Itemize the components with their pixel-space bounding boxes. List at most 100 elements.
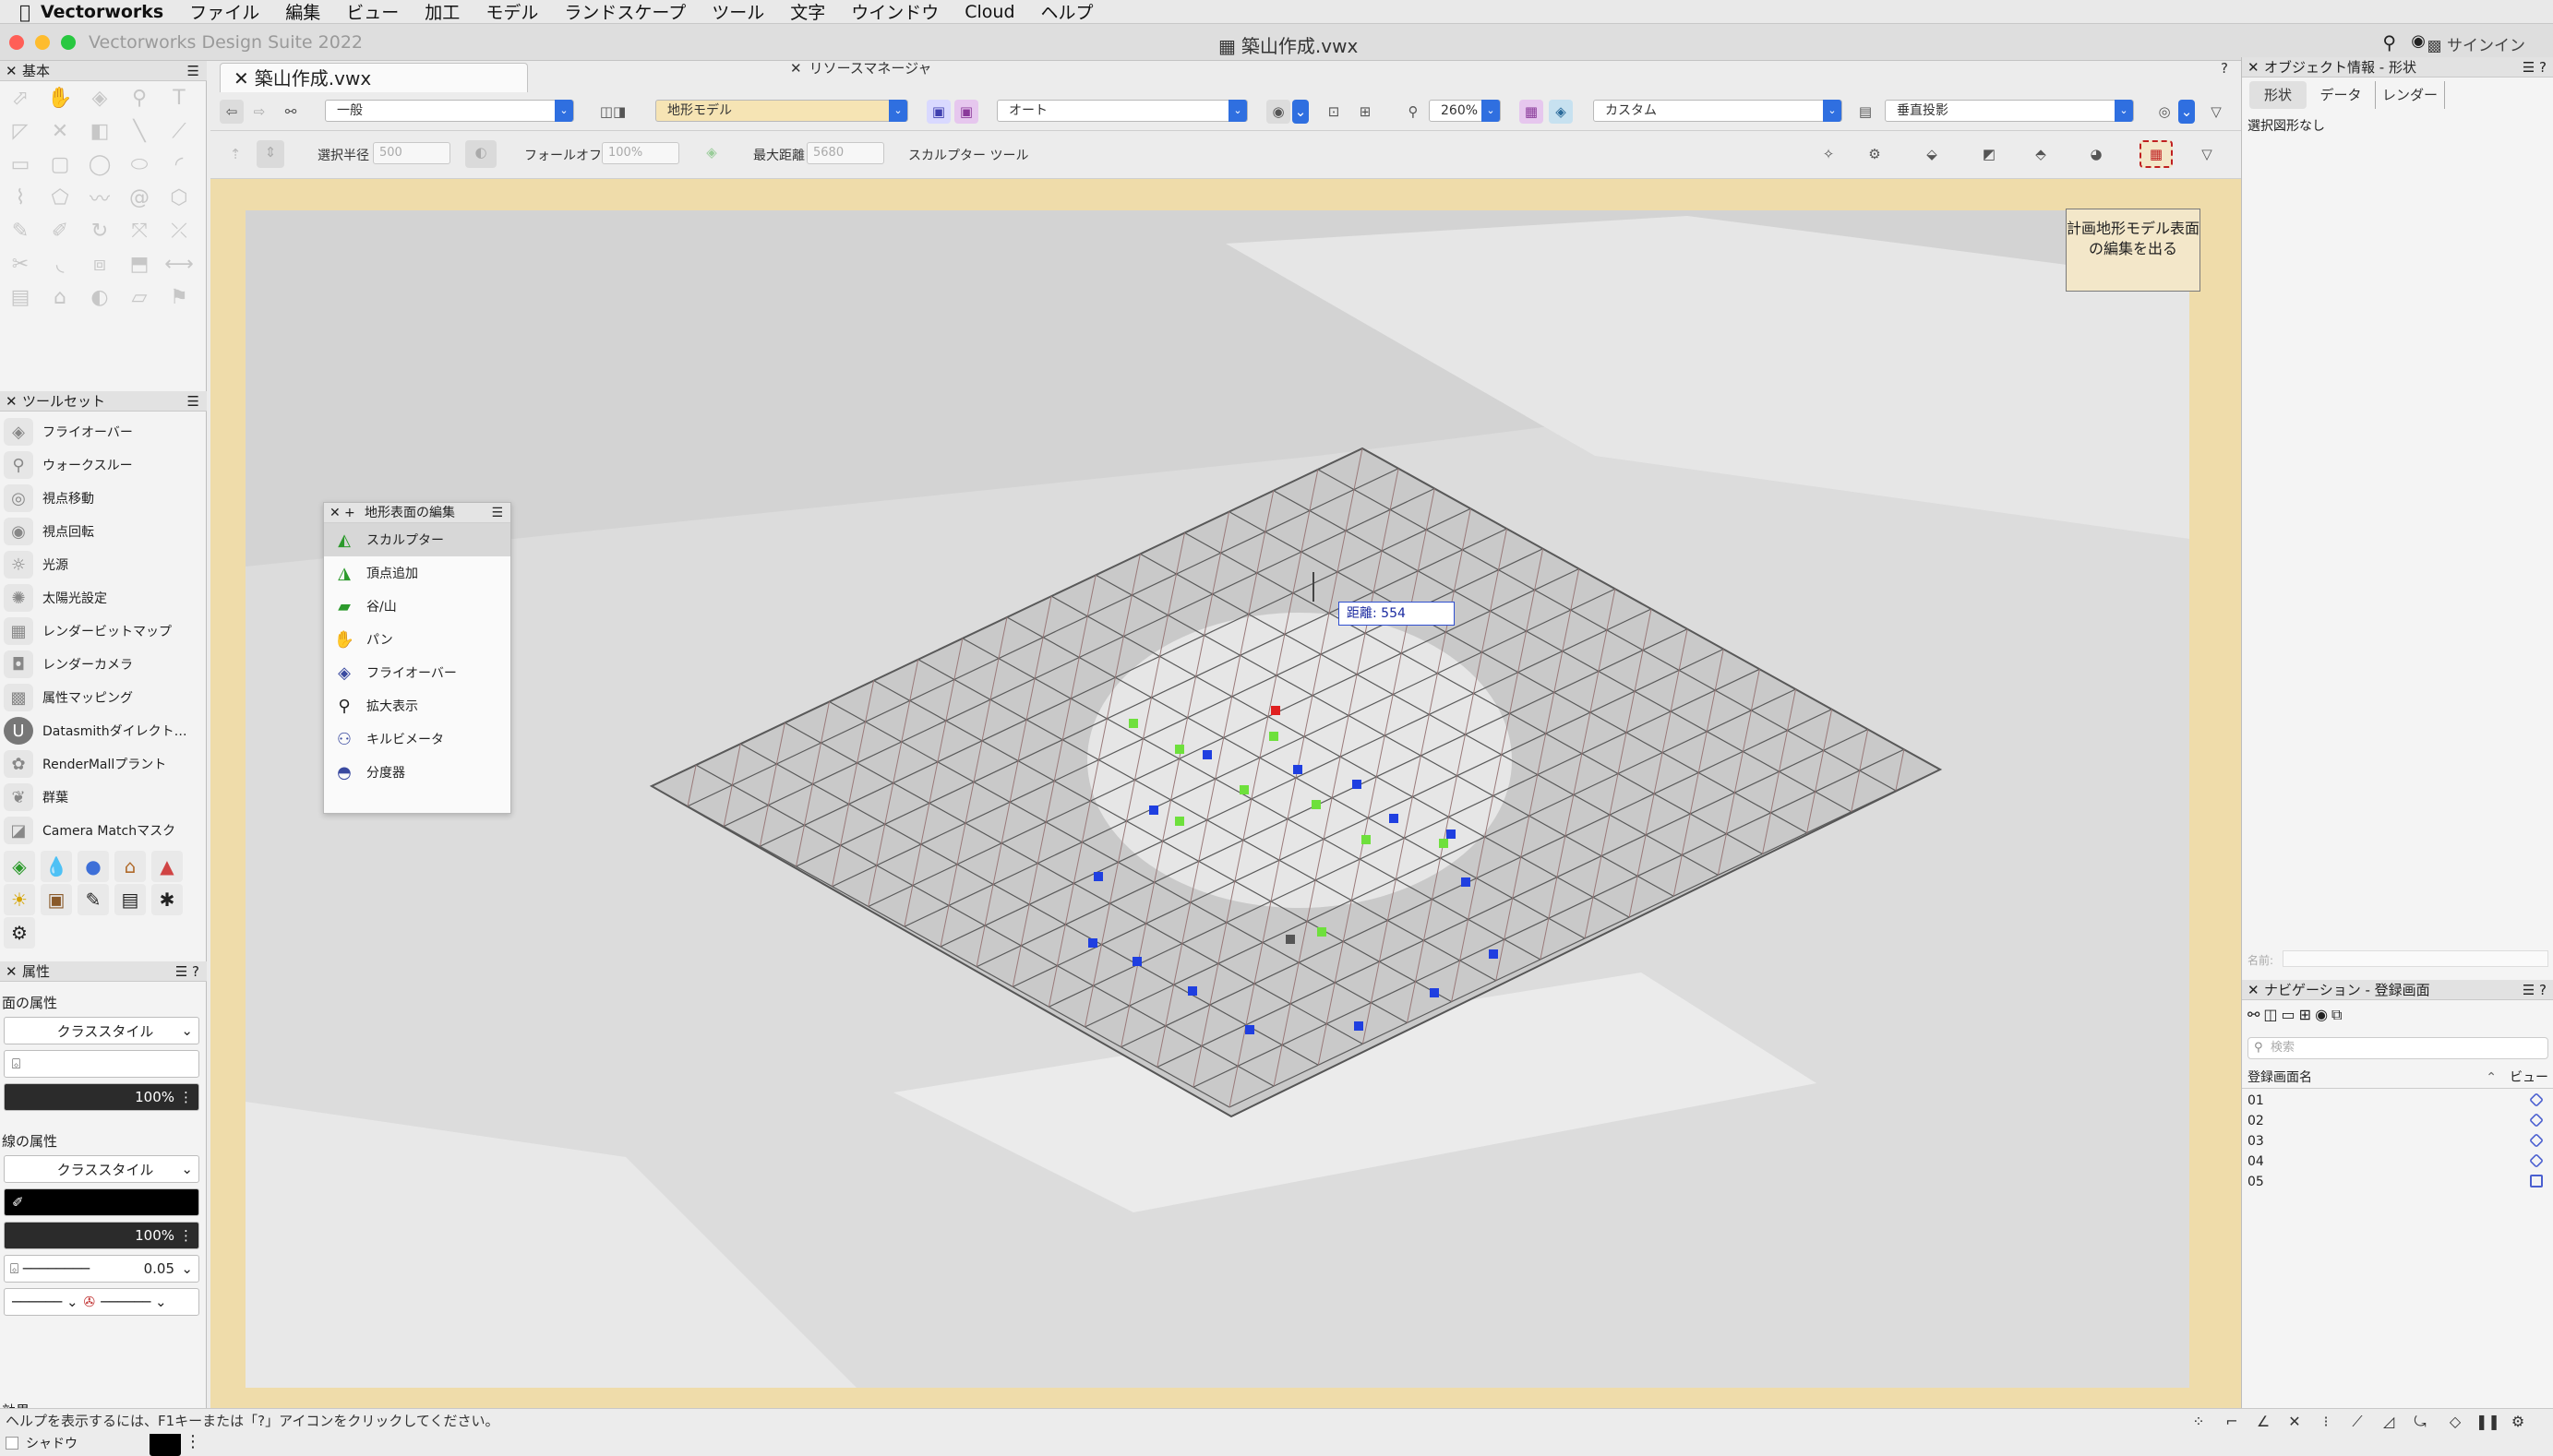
mode-sculpt-icon[interactable]: ⇕ — [257, 140, 284, 168]
terrain-vertex[interactable] — [1389, 814, 1398, 823]
class-visibility-icon[interactable]: ⚯ — [279, 100, 303, 124]
pause-icon[interactable]: ❚❚ — [2475, 1411, 2500, 1433]
toolset-item-sun[interactable]: ✺ 太陽光設定 — [0, 581, 205, 615]
marker-start-icon[interactable]: ────── ⌄ — [12, 1294, 78, 1310]
add-icon[interactable]: + — [344, 503, 355, 523]
saved-view-row[interactable]: 04 — [2247, 1152, 2548, 1172]
nav-files-icon[interactable]: ⧉ — [2331, 1006, 2342, 1024]
snap-edge-icon[interactable]: ⤿ — [2409, 1411, 2431, 1433]
eyedropper-tool-icon[interactable]: ✎ — [4, 216, 37, 245]
col-name[interactable]: 登録画面名 — [2247, 1067, 2312, 1089]
more-icon[interactable]: ⋮ — [185, 1432, 201, 1451]
tool-curvimeter[interactable]: ⚇ キルビメータ — [324, 722, 510, 756]
falloff-toggle-icon[interactable]: ◐ — [465, 140, 497, 168]
snap-object-icon[interactable]: ⌐ — [2221, 1411, 2243, 1433]
snap-intersection-icon[interactable]: ✕ — [2283, 1411, 2306, 1433]
menu-cloud[interactable]: Cloud — [965, 2, 1014, 22]
menu-tools[interactable]: ツール — [712, 0, 764, 24]
terrain-vertex[interactable] — [1188, 986, 1197, 996]
dropper-tool-icon[interactable]: ⚑ — [162, 282, 196, 312]
clip-tool-icon[interactable]: ⬒ — [123, 249, 156, 279]
saved-view-row[interactable]: 02 — [2247, 1111, 2548, 1131]
fill-style-dropdown[interactable]: クラススタイル ⌄ — [4, 1017, 199, 1044]
menu-edit[interactable]: 編集 — [285, 0, 320, 24]
snap-grid-icon[interactable]: ⁘ — [2187, 1411, 2210, 1433]
snap-surface-icon[interactable]: ◇ — [2444, 1411, 2466, 1433]
zoom-tool-icon[interactable]: ⚲ — [123, 83, 156, 113]
freehand-tool-icon[interactable]: 〰 — [83, 183, 116, 212]
menu-landscape[interactable]: ランドスケープ — [564, 0, 686, 24]
furniture-icon[interactable]: ▣ — [41, 884, 72, 915]
toolset-item-attribute-mapping[interactable]: ▩ 属性マッピング — [0, 681, 205, 714]
snap-settings-icon[interactable]: ⚙ — [1863, 142, 1887, 166]
settings-gear-icon[interactable]: ⚙ — [4, 917, 35, 949]
close-icon[interactable]: ✕ — [330, 503, 341, 523]
camera-tool-icon[interactable]: ◐ — [83, 282, 116, 312]
standard-view-icon[interactable]: ◈ — [1549, 100, 1573, 124]
stair-icon[interactable]: ▤ — [114, 884, 146, 915]
chevron-down-icon[interactable]: ⌄ — [2178, 100, 2195, 124]
reshape-tool-icon[interactable]: ◸ — [4, 116, 37, 146]
terrain-vertex[interactable] — [1129, 719, 1138, 728]
tool-sculptor[interactable]: ◭ スカルプター — [324, 523, 510, 556]
detail-icon[interactable]: ✱ — [151, 884, 183, 915]
exit-site-model-edit-button[interactable]: 計画地形モデル表面の編集を出る — [2066, 209, 2200, 292]
mirror-tool-icon[interactable]: ◧ — [83, 116, 116, 146]
toolset-item-walkthrough[interactable]: ⚲ ウォークスルー — [0, 448, 205, 482]
offset-tool-icon[interactable]: ⧈ — [83, 249, 116, 279]
line-tool-icon[interactable]: ╲ — [123, 116, 156, 146]
move-tool-icon[interactable]: ⤧ — [123, 216, 156, 245]
fit-to-page-icon[interactable]: ⊞ — [1353, 100, 1377, 124]
toolset-item-translate-view[interactable]: ◎ 視点移動 — [0, 482, 205, 515]
toolset-item-flyover[interactable]: ◈ フライオーバー — [0, 415, 205, 448]
terrain-vertex[interactable] — [1240, 785, 1249, 794]
line-color-field[interactable]: ✐ — [4, 1188, 199, 1216]
terrain-vertex[interactable] — [1245, 1025, 1254, 1034]
toolset-item-rotate-view[interactable]: ◉ 視点回転 — [0, 515, 205, 548]
line-weight-field[interactable]: ⌺ ──────── 0.05 ⌄ — [4, 1255, 199, 1283]
terrain-vertex[interactable] — [1361, 835, 1371, 844]
fit-to-objects-icon[interactable]: ⊡ — [1322, 100, 1346, 124]
terrain-vertex[interactable] — [1149, 806, 1158, 815]
polyline-tool-icon[interactable]: ⌇ — [4, 183, 37, 212]
nav-views-icon[interactable]: ◉ — [2315, 1006, 2328, 1024]
line-opacity-field[interactable]: 100% ⋮ — [4, 1222, 199, 1249]
saved-view-row[interactable]: 05 — [2247, 1172, 2548, 1192]
site-model-icon[interactable]: ◈ — [4, 851, 35, 882]
globe-icon[interactable]: ● — [78, 851, 109, 882]
zoom-icon[interactable]: ⚲ — [1401, 100, 1425, 124]
close-tab-icon[interactable]: ✕ — [234, 67, 249, 90]
zoom-window-button[interactable] — [61, 35, 76, 50]
forward-arrow-icon[interactable]: ⇨ — [247, 100, 271, 124]
toolset-item-rendermall[interactable]: ✿ RenderMallプラント — [0, 747, 205, 781]
terrain-vertex[interactable] — [1269, 732, 1278, 741]
pencil-icon[interactable]: ✎ — [78, 884, 109, 915]
edit-mode-icon[interactable]: ▦ — [2139, 140, 2173, 168]
close-window-button[interactable] — [9, 35, 24, 50]
menu-model[interactable]: モデル — [485, 0, 538, 24]
saved-view-row[interactable]: 03 — [2247, 1131, 2548, 1152]
water-drop-icon[interactable]: 💧 — [41, 851, 72, 882]
arc-tool-icon[interactable]: ◜ — [162, 149, 196, 179]
render-mode-dropdown[interactable]: オート ⌄ — [997, 100, 1248, 122]
search-icon[interactable]: ⚲ — [2382, 31, 2396, 54]
nav-viewports-icon[interactable]: ⊞ — [2299, 1006, 2311, 1024]
palette-menu-icon[interactable]: ☰ — [187, 391, 199, 412]
max-distance-icon[interactable]: ◈ — [696, 140, 727, 168]
chevron-down-icon[interactable]: ⌄ — [1292, 100, 1309, 124]
rotate-tool-icon[interactable]: ↻ — [83, 216, 116, 245]
menu-help[interactable]: ヘルプ — [1041, 0, 1094, 24]
circle-tool-icon[interactable]: ◯ — [83, 149, 116, 179]
visibility-icon[interactable]: ◕ — [2084, 142, 2108, 166]
close-icon[interactable]: ✕ — [6, 961, 18, 982]
layer-stack-icon[interactable]: ▣ — [954, 100, 978, 124]
snap-icon[interactable]: ✧ — [1816, 142, 1840, 166]
split-tool-icon[interactable]: ✂ — [4, 249, 37, 279]
lock-icon[interactable]: ◉ — [2411, 31, 2426, 51]
terrain-vertex[interactable] — [1439, 839, 1448, 848]
menu-modify[interactable]: 加工 — [425, 0, 460, 24]
select-radius-input[interactable]: 500 — [373, 142, 450, 164]
snap-tangent-icon[interactable]: ◿ — [2378, 1411, 2400, 1433]
shadow-checkbox[interactable] — [6, 1437, 18, 1450]
hexagon-tool-icon[interactable]: ⬡ — [162, 183, 196, 212]
